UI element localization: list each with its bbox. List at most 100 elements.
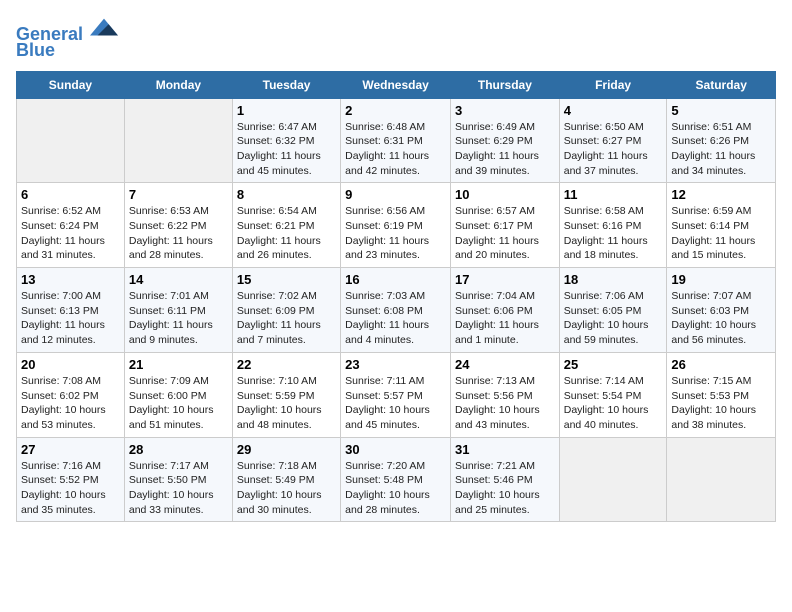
calendar-cell: 3Sunrise: 6:49 AM Sunset: 6:29 PM Daylig… (450, 98, 559, 183)
calendar-cell: 9 Sunrise: 6:56 AM Sunset: 6:19 PM Daylig… (341, 183, 451, 268)
calendar-cell: 11 Sunrise: 6:58 AM Sunset: 6:16 PM Dayli… (559, 183, 667, 268)
day-number: 9 (345, 187, 446, 202)
day-number: 19 (671, 272, 771, 287)
day-info: Sunrise: 6:52 AM Sunset: 6:24 PM Dayligh… (21, 204, 120, 263)
day-number: 25 (564, 357, 663, 372)
weekday-header-saturday: Saturday (667, 71, 776, 98)
day-info: Sunrise: 7:20 AM Sunset: 5:48 PM Dayligh… (345, 459, 446, 518)
day-info: Sunrise: 7:02 AM Sunset: 6:09 PM Dayligh… (237, 289, 336, 348)
day-info: Sunrise: 7:21 AM Sunset: 5:46 PM Dayligh… (455, 459, 555, 518)
day-info: Sunrise: 7:14 AM Sunset: 5:54 PM Dayligh… (564, 374, 663, 433)
day-info: Sunrise: 7:01 AM Sunset: 6:11 PM Dayligh… (129, 289, 228, 348)
day-number: 29 (237, 442, 336, 457)
day-info: Sunrise: 6:57 AM Sunset: 6:17 PM Dayligh… (455, 204, 555, 263)
day-number: 20 (21, 357, 120, 372)
day-info: Sunrise: 6:53 AM Sunset: 6:22 PM Dayligh… (129, 204, 228, 263)
calendar-cell: 26Sunrise: 7:15 AM Sunset: 5:53 PM Dayli… (667, 352, 776, 437)
calendar-cell (124, 98, 232, 183)
calendar-cell: 14 Sunrise: 7:01 AM Sunset: 6:11 PM Dayli… (124, 268, 232, 353)
day-number: 22 (237, 357, 336, 372)
calendar-cell: 16 Sunrise: 7:03 AM Sunset: 6:08 PM Dayli… (341, 268, 451, 353)
day-number: 23 (345, 357, 446, 372)
day-number: 17 (455, 272, 555, 287)
day-info: Sunrise: 7:07 AM Sunset: 6:03 PM Dayligh… (671, 289, 771, 348)
day-info: Sunrise: 7:18 AM Sunset: 5:49 PM Dayligh… (237, 459, 336, 518)
day-info: Sunrise: 6:58 AM Sunset: 6:16 PM Dayligh… (564, 204, 663, 263)
day-number: 8 (237, 187, 336, 202)
day-number: 4 (564, 103, 663, 118)
day-number: 16 (345, 272, 446, 287)
day-info: Sunrise: 6:59 AM Sunset: 6:14 PM Dayligh… (671, 204, 771, 263)
calendar-cell: 27 Sunrise: 7:16 AM Sunset: 5:52 PM Dayli… (17, 437, 125, 522)
day-number: 11 (564, 187, 663, 202)
calendar-cell: 10 Sunrise: 6:57 AM Sunset: 6:17 PM Dayli… (450, 183, 559, 268)
calendar-cell: 17 Sunrise: 7:04 AM Sunset: 6:06 PM Dayli… (450, 268, 559, 353)
day-info: Sunrise: 7:00 AM Sunset: 6:13 PM Dayligh… (21, 289, 120, 348)
day-number: 28 (129, 442, 228, 457)
calendar-cell: 23 Sunrise: 7:11 AM Sunset: 5:57 PM Dayli… (341, 352, 451, 437)
calendar-cell: 21 Sunrise: 7:09 AM Sunset: 6:00 PM Dayli… (124, 352, 232, 437)
calendar-cell: 28 Sunrise: 7:17 AM Sunset: 5:50 PM Dayli… (124, 437, 232, 522)
calendar-cell (559, 437, 667, 522)
day-number: 26 (671, 357, 771, 372)
day-number: 13 (21, 272, 120, 287)
weekday-header-monday: Monday (124, 71, 232, 98)
day-info: Sunrise: 7:10 AM Sunset: 5:59 PM Dayligh… (237, 374, 336, 433)
page-header: General Blue (16, 16, 776, 61)
day-number: 2 (345, 103, 446, 118)
calendar-cell: 6 Sunrise: 6:52 AM Sunset: 6:24 PM Daylig… (17, 183, 125, 268)
calendar-cell (667, 437, 776, 522)
day-info: Sunrise: 6:54 AM Sunset: 6:21 PM Dayligh… (237, 204, 336, 263)
day-number: 21 (129, 357, 228, 372)
day-number: 24 (455, 357, 555, 372)
day-number: 1 (237, 103, 336, 118)
day-info: Sunrise: 7:13 AM Sunset: 5:56 PM Dayligh… (455, 374, 555, 433)
calendar-cell: 30 Sunrise: 7:20 AM Sunset: 5:48 PM Dayli… (341, 437, 451, 522)
day-info: Sunrise: 7:06 AM Sunset: 6:05 PM Dayligh… (564, 289, 663, 348)
calendar-cell: 19 Sunrise: 7:07 AM Sunset: 6:03 PM Dayli… (667, 268, 776, 353)
day-number: 14 (129, 272, 228, 287)
day-info: Sunrise: 6:56 AM Sunset: 6:19 PM Dayligh… (345, 204, 446, 263)
calendar-cell: 4 Sunrise: 6:50 AM Sunset: 6:27 PM Daylig… (559, 98, 667, 183)
day-info: Sunrise: 7:17 AM Sunset: 5:50 PM Dayligh… (129, 459, 228, 518)
day-number: 10 (455, 187, 555, 202)
calendar-cell: 15 Sunrise: 7:02 AM Sunset: 6:09 PM Dayli… (232, 268, 340, 353)
calendar-cell: 31 Sunrise: 7:21 AM Sunset: 5:46 PM Dayli… (450, 437, 559, 522)
day-info: Sunrise: 7:04 AM Sunset: 6:06 PM Dayligh… (455, 289, 555, 348)
day-number: 18 (564, 272, 663, 287)
day-info: Sunrise: 7:08 AM Sunset: 6:02 PM Dayligh… (21, 374, 120, 433)
day-info: Sunrise: 7:11 AM Sunset: 5:57 PM Dayligh… (345, 374, 446, 433)
weekday-header-sunday: Sunday (17, 71, 125, 98)
calendar-cell: 22 Sunrise: 7:10 AM Sunset: 5:59 PM Dayli… (232, 352, 340, 437)
day-number: 3 (455, 103, 555, 118)
day-number: 6 (21, 187, 120, 202)
calendar-cell: 29 Sunrise: 7:18 AM Sunset: 5:49 PM Dayli… (232, 437, 340, 522)
calendar-cell: 5Sunrise: 6:51 AM Sunset: 6:26 PM Daylig… (667, 98, 776, 183)
calendar-cell: 2 Sunrise: 6:48 AM Sunset: 6:31 PM Daylig… (341, 98, 451, 183)
calendar-cell: 20 Sunrise: 7:08 AM Sunset: 6:02 PM Dayli… (17, 352, 125, 437)
calendar-cell: 7 Sunrise: 6:53 AM Sunset: 6:22 PM Daylig… (124, 183, 232, 268)
calendar-cell: 13 Sunrise: 7:00 AM Sunset: 6:13 PM Dayli… (17, 268, 125, 353)
day-info: Sunrise: 7:09 AM Sunset: 6:00 PM Dayligh… (129, 374, 228, 433)
day-info: Sunrise: 6:48 AM Sunset: 6:31 PM Dayligh… (345, 120, 446, 179)
calendar-cell: 24 Sunrise: 7:13 AM Sunset: 5:56 PM Dayli… (450, 352, 559, 437)
calendar-cell: 8 Sunrise: 6:54 AM Sunset: 6:21 PM Daylig… (232, 183, 340, 268)
calendar-cell: 12 Sunrise: 6:59 AM Sunset: 6:14 PM Dayli… (667, 183, 776, 268)
calendar-table: SundayMondayTuesdayWednesdayThursdayFrid… (16, 71, 776, 523)
day-info: Sunrise: 7:16 AM Sunset: 5:52 PM Dayligh… (21, 459, 120, 518)
day-number: 31 (455, 442, 555, 457)
calendar-cell (17, 98, 125, 183)
day-info: Sunrise: 6:47 AM Sunset: 6:32 PM Dayligh… (237, 120, 336, 179)
weekday-header-thursday: Thursday (450, 71, 559, 98)
day-info: Sunrise: 6:50 AM Sunset: 6:27 PM Dayligh… (564, 120, 663, 179)
calendar-cell: 18 Sunrise: 7:06 AM Sunset: 6:05 PM Dayli… (559, 268, 667, 353)
day-number: 30 (345, 442, 446, 457)
weekday-header-tuesday: Tuesday (232, 71, 340, 98)
day-number: 7 (129, 187, 228, 202)
day-number: 27 (21, 442, 120, 457)
weekday-header-friday: Friday (559, 71, 667, 98)
day-info: Sunrise: 7:03 AM Sunset: 6:08 PM Dayligh… (345, 289, 446, 348)
day-info: Sunrise: 6:51 AM Sunset: 6:26 PM Dayligh… (671, 120, 771, 179)
day-number: 15 (237, 272, 336, 287)
day-number: 12 (671, 187, 771, 202)
